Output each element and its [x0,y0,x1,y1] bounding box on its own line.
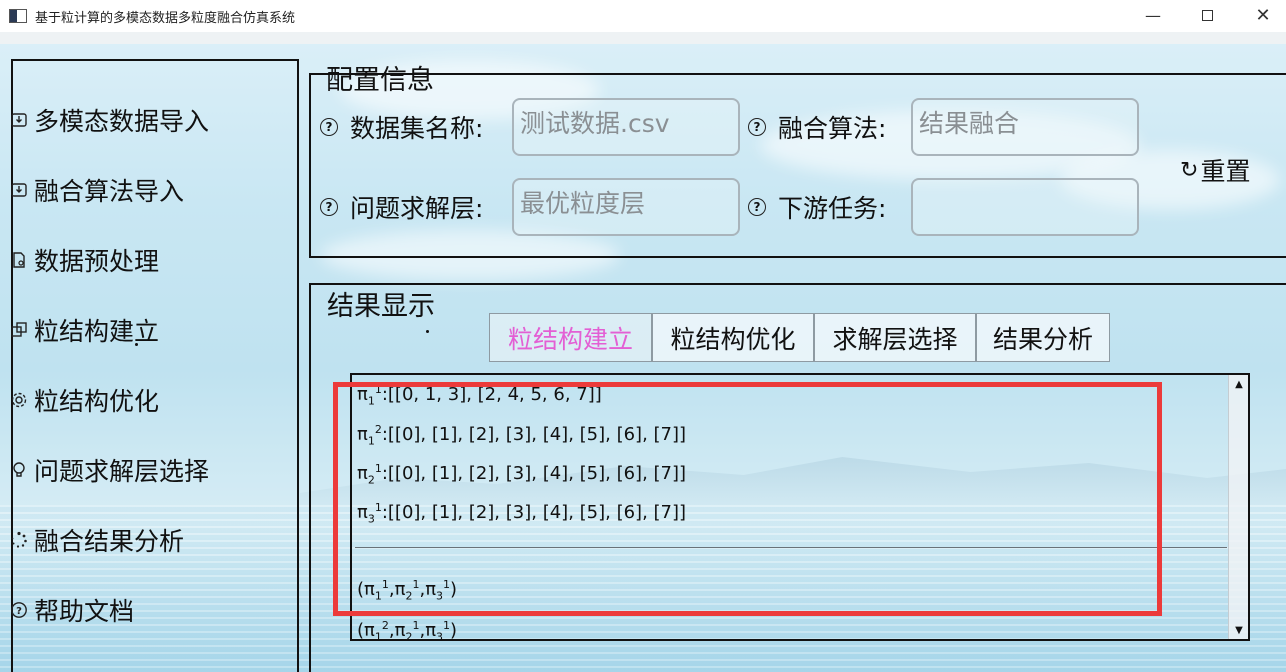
close-button[interactable]: ✕ [1240,0,1286,30]
sidebar-item-optimize-structure[interactable]: 粒结构优化 [10,382,159,418]
sidebar-item-label: 融合结果分析 [34,527,185,556]
app-icon [9,9,27,23]
sidebar-item-fusion-analysis[interactable]: 融合结果分析 [10,522,184,558]
dataset-name-label: ? 数据集名称: [320,107,483,147]
maximize-icon [1201,9,1213,21]
dot-decoration [135,343,138,346]
vertical-scrollbar[interactable]: ▲ ▼ [1228,375,1248,639]
fusion-algorithm-label-text: 融合算法: [778,114,887,143]
tab-optimize-structure[interactable]: 粒结构优化 [652,313,814,362]
sidebar-item-solving-layer[interactable]: 问题求解层选择 [10,452,209,488]
gear-icon [10,391,28,409]
dot-decoration [426,330,429,333]
copy-icon [10,321,28,339]
highlight-box [333,382,1162,616]
sidebar-item-multimodal-import[interactable]: 多模态数据导入 [10,102,209,138]
result-tabs: 粒结构建立 粒结构优化 求解层选择 结果分析 [489,313,1110,362]
config-title: 配置信息 [326,65,434,96]
combination-line: (π12,π21,π31) [357,619,458,641]
sidebar-item-label: 多模态数据导入 [34,107,210,136]
tab-layer-selection[interactable]: 求解层选择 [814,313,976,362]
downstream-task-field[interactable] [911,178,1139,236]
help-icon[interactable]: ? [748,118,766,136]
solving-layer-label: ? 问题求解层: [320,187,483,227]
window-title: 基于粒计算的多模态数据多粒度融合仿真系统 [35,10,296,26]
solving-layer-field[interactable]: 最优粒度层 [512,178,740,236]
import-icon [10,111,28,129]
scroll-up-icon[interactable]: ▲ [1229,375,1248,393]
fusion-algorithm-field[interactable]: 结果融合 [911,98,1139,156]
dataset-name-field[interactable]: 测试数据.csv [512,98,740,156]
downstream-task-label-text: 下游任务: [778,194,887,223]
tab-build-structure[interactable]: 粒结构建立 [489,313,652,362]
sidebar-item-preprocess[interactable]: 数据预处理 [10,242,159,278]
scroll-down-icon[interactable]: ▼ [1229,621,1248,639]
sidebar [11,59,299,672]
downstream-task-label: ? 下游任务: [748,187,886,227]
sidebar-item-label: 数据预处理 [34,247,160,276]
loading-icon [10,531,28,549]
sidebar-item-label: 粒结构优化 [34,387,160,416]
toolbar-strip [0,32,1286,44]
solving-layer-label-text: 问题求解层: [350,194,484,223]
help-icon[interactable]: ? [748,198,766,216]
sidebar-item-label: 问题求解层选择 [34,457,210,486]
sidebar-item-label: 帮助文档 [34,597,135,626]
reset-label: 重置 [1200,157,1251,186]
import-icon [10,181,28,199]
file-settings-icon [10,251,28,269]
tab-result-analysis[interactable]: 结果分析 [976,313,1110,362]
help-icon[interactable]: ? [320,198,338,216]
fusion-algorithm-label: ? 融合算法: [748,107,886,147]
sidebar-item-label: 融合算法导入 [34,177,185,206]
help-icon[interactable]: ? [320,118,338,136]
minimize-button[interactable]: — [1130,0,1176,30]
config-group [309,73,1286,258]
svg-text:?: ? [16,606,22,617]
sidebar-item-label: 粒结构建立 [34,317,160,346]
refresh-icon: ↻ [1180,157,1199,183]
maximize-button[interactable] [1184,0,1230,30]
help-icon: ? [10,601,28,619]
lightbulb-icon [10,461,28,479]
dataset-name-label-text: 数据集名称: [350,114,484,143]
title-bar: 基于粒计算的多模态数据多粒度融合仿真系统 — ✕ [0,0,1286,32]
results-title: 结果显示 [327,291,435,322]
sidebar-item-help-docs[interactable]: ? 帮助文档 [10,592,134,628]
reset-button[interactable]: ↻ 重置 [1180,152,1250,188]
sidebar-item-algorithm-import[interactable]: 融合算法导入 [10,172,184,208]
